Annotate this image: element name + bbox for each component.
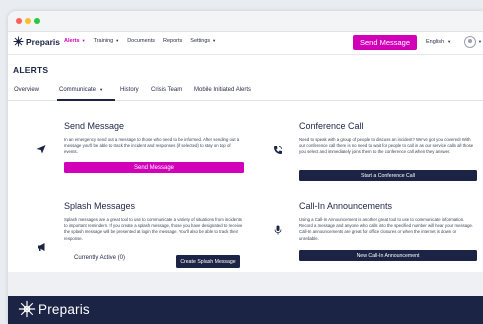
maximize-window-button[interactable] — [34, 18, 40, 24]
send-message-description: In an emergency send out a message to th… — [64, 137, 240, 155]
nav-label: Alerts — [64, 38, 80, 44]
tab-mobile-initiated-alerts[interactable]: Mobile Initiated Alerts — [194, 87, 251, 93]
page-background-band — [8, 272, 483, 296]
preparis-logo-icon — [13, 36, 24, 47]
chevron-down-icon: ▼ — [115, 38, 120, 43]
nav-item-training[interactable]: Training ▼ — [94, 38, 120, 44]
chevron-down-icon: ▼ — [98, 87, 104, 92]
phone-icon — [274, 146, 282, 154]
nav-item-documents[interactable]: Documents — [127, 38, 155, 44]
nav-label: Documents — [127, 38, 156, 44]
currently-active-count: Currently Active (0) — [74, 255, 126, 261]
chevron-down-icon: ▼ — [446, 39, 452, 44]
footer-brand-name: Preparis — [38, 301, 90, 317]
conference-call-description: Need to speak with a group of people to … — [299, 137, 474, 155]
tab-communicate[interactable]: Communicate ▼ — [59, 87, 103, 93]
active-tab-indicator — [57, 99, 115, 101]
megaphone-icon — [38, 243, 45, 251]
splash-messages-description: Splash messages are a great tool to use … — [64, 217, 243, 241]
communicate-content: Send Message In an emergency send out a … — [8, 102, 483, 272]
top-navigation-bar: Preparis Alerts ▼ Training ▼ Documents Rep… — [8, 32, 483, 55]
conference-call-title: Conference Call — [299, 121, 364, 131]
chevron-down-icon[interactable]: ▼ — [478, 39, 482, 44]
tab-label: Communicate — [59, 87, 97, 93]
language-selector[interactable]: English ▼ — [426, 39, 451, 45]
user-avatar-icon[interactable] — [464, 36, 476, 48]
browser-window: Preparis Alerts ▼ Training ▼ Documents Rep… — [8, 11, 483, 324]
nav-label: Reports — [163, 38, 183, 44]
nav-label: Settings — [190, 38, 211, 44]
preparis-logo-icon — [18, 300, 36, 318]
splash-messages-title: Splash Messages — [64, 201, 136, 211]
start-conference-call-button[interactable]: Start a Conference Call — [299, 170, 477, 181]
preparis-logo[interactable]: Preparis — [13, 36, 60, 47]
create-splash-message-button[interactable]: Create Splash Message — [176, 255, 240, 268]
footer: Preparis — [8, 296, 483, 324]
brand-name: Preparis — [26, 36, 61, 47]
send-message-title: Send Message — [64, 121, 125, 131]
nav-item-reports[interactable]: Reports — [163, 38, 182, 44]
page-title: ALERTS — [13, 65, 49, 75]
main-nav: Alerts ▼ Training ▼ Documents Reports Sett… — [64, 38, 224, 44]
alerts-tabs: Overview Communicate ▼ History Crisis Te… — [8, 82, 483, 101]
footer-logo: Preparis — [18, 300, 90, 318]
nav-item-alerts[interactable]: Alerts ▼ — [64, 38, 86, 44]
microphone-icon — [274, 225, 282, 235]
tab-overview[interactable]: Overview — [14, 87, 39, 93]
new-call-in-announcement-button[interactable]: New Call-In Announcement — [299, 250, 477, 261]
call-in-announcements-title: Call-In Announcements — [299, 201, 393, 211]
chevron-down-icon: ▼ — [81, 38, 86, 43]
paper-plane-icon — [36, 145, 46, 154]
tab-history[interactable]: History — [120, 87, 139, 93]
close-window-button[interactable] — [16, 18, 22, 24]
minimize-window-button[interactable] — [25, 18, 31, 24]
nav-item-settings[interactable]: Settings ▼ — [190, 38, 216, 44]
call-in-announcements-description: Using a Call-In Announcement is another … — [299, 217, 474, 241]
language-label: English — [426, 39, 445, 45]
tab-crisis-team[interactable]: Crisis Team — [151, 87, 182, 93]
nav-label: Training — [93, 38, 114, 44]
window-chrome — [8, 11, 483, 32]
send-message-header-button[interactable]: Send Message — [353, 35, 417, 50]
chevron-down-icon: ▼ — [212, 38, 217, 43]
send-message-button[interactable]: Send Message — [64, 162, 244, 173]
